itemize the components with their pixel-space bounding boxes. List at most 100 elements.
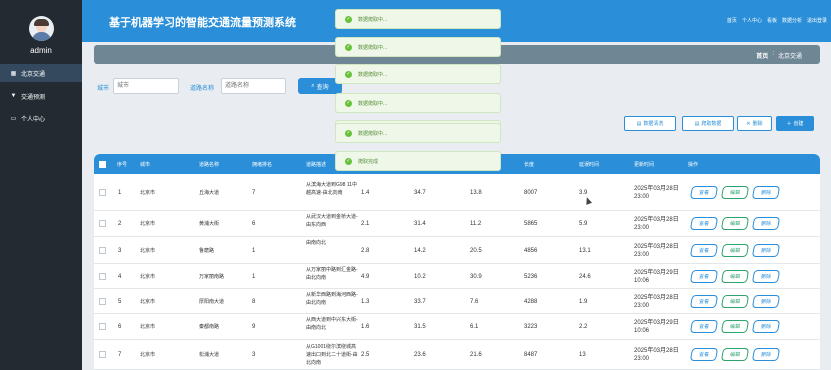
search-icon: ⌕ (311, 82, 315, 89)
view-label: 查看 (698, 274, 710, 280)
edit-label: 编辑 (729, 274, 741, 280)
view-button[interactable]: 查看 (689, 348, 719, 361)
success-icon: ✓ (345, 15, 352, 23)
avatar[interactable] (29, 16, 54, 41)
edit-button[interactable]: 编辑 (720, 348, 750, 361)
table-row: 5 北京市 厚阳南大道 8 从新华西路到海河西路-由北向南 1.3 33.7 7.6 4288 1… (94, 289, 820, 314)
sidebar-item-traffic-prediction[interactable]: ▼ 交通预测 (0, 87, 82, 105)
cell-delay: 5.9 (579, 221, 588, 227)
cell-value-1: 4.9 (361, 274, 370, 280)
table-row: 1 北京市 丘海大道 7 从滨海大道到G98 11中越高速-由北向南 1.4 34.7 13.… (94, 174, 820, 211)
delete-button[interactable]: ✕ 删除 (737, 116, 772, 131)
breadcrumb-home[interactable]: 首页 (756, 51, 768, 60)
cell-rank: 8 (252, 299, 256, 305)
cell-updated: 2025年03月28日 23:00 (634, 186, 679, 200)
row-delete-button[interactable]: 删除 (751, 270, 781, 283)
cell-road: 鲁磨路 (199, 248, 215, 254)
search-button-label: 查询 (316, 84, 329, 91)
row-checkbox[interactable] (99, 323, 106, 330)
edit-button[interactable]: 编辑 (720, 217, 750, 230)
cell-value-3: 30.9 (470, 274, 482, 280)
col-desc: 道路描述 (306, 162, 327, 168)
delete-label: 删除 (752, 121, 763, 127)
cell-road: 丘海大道 (199, 190, 220, 196)
cell-value-1: 1.4 (361, 190, 370, 196)
data-clean-button[interactable]: ▤ 数据清洗 (624, 116, 676, 131)
edit-label: 编辑 (729, 324, 741, 330)
table-row: 2 北京市 黄浦大街 6 从武汉大道到金桥大道-由东向西 2.1 31.4 11.2 5865 5… (94, 211, 820, 237)
cell-rank: 3 (252, 352, 256, 358)
row-delete-button[interactable]: 删除 (751, 295, 781, 308)
top-link-home[interactable]: 首页 (727, 17, 737, 24)
success-icon: ✓ (345, 99, 352, 107)
cell-length: 8007 (524, 190, 538, 196)
create-button[interactable]: ＋ 创建 (776, 116, 814, 131)
edit-label: 编辑 (729, 299, 741, 305)
view-button[interactable]: 查看 (689, 295, 719, 308)
row-checkbox[interactable] (99, 351, 106, 358)
sidebar-item-beijing-traffic[interactable]: ▦ 北京交通 (0, 64, 82, 82)
row-delete-label: 删除 (760, 324, 772, 330)
top-link-logout[interactable]: 退出登录 (807, 17, 827, 24)
toast-message: ✓ 数据爬取中... (335, 93, 501, 113)
row-delete-label: 删除 (760, 274, 772, 280)
cell-length: 8487 (524, 352, 538, 358)
top-link-analysis[interactable]: 数据分析 (782, 17, 802, 24)
cell-no: 5 (118, 299, 122, 305)
cell-no: 3 (118, 248, 122, 254)
toast-text: 数据爬取中... (358, 130, 388, 137)
success-icon: ✓ (345, 157, 352, 165)
view-button[interactable]: 查看 (689, 320, 719, 333)
grid-icon: ▦ (10, 70, 17, 77)
row-delete-button[interactable]: 删除 (751, 217, 781, 230)
col-city: 城市 (140, 162, 151, 168)
cell-updated: 2025年03月28日 23:00 (634, 217, 679, 231)
sidebar-item-label: 交通预测 (21, 94, 46, 101)
road-label: 道路名称 (190, 86, 215, 92)
road-input[interactable] (221, 78, 286, 94)
row-delete-button[interactable]: 删除 (751, 348, 781, 361)
success-icon: ✓ (345, 43, 352, 51)
toast-message: ✓ 数据爬取中... (335, 123, 501, 143)
view-button[interactable]: 查看 (689, 186, 719, 199)
sidebar-item-personal-center[interactable]: ▭ 个人中心 (0, 109, 82, 127)
toast-message: ✓ 爬取完成 (335, 151, 501, 171)
top-links: 首页 个人中心 看板 数据分析 退出登录 (727, 17, 827, 24)
cell-delay: 2.2 (579, 324, 588, 330)
view-button[interactable]: 查看 (689, 217, 719, 230)
cell-value-3: 7.6 (470, 299, 479, 305)
row-checkbox[interactable] (99, 273, 106, 280)
cell-desc: 从滨海大道到G98 11中越高速-由北向南 (306, 182, 358, 196)
cell-city: 北京市 (140, 190, 156, 196)
row-delete-button[interactable]: 删除 (751, 186, 781, 199)
col-no: 序号 (117, 162, 128, 168)
select-all-checkbox[interactable] (99, 161, 106, 168)
row-checkbox[interactable] (99, 220, 106, 227)
row-delete-button[interactable]: 删除 (751, 320, 781, 333)
edit-button[interactable]: 编辑 (720, 270, 750, 283)
view-button[interactable]: 查看 (689, 270, 719, 283)
cell-length: 4288 (524, 299, 538, 305)
edit-button[interactable]: 编辑 (720, 320, 750, 333)
app-title: 基于机器学习的智能交通流量预测系统 (109, 17, 296, 29)
edit-button[interactable]: 编辑 (720, 244, 750, 257)
edit-button[interactable]: 编辑 (720, 295, 750, 308)
cell-value-1: 2.5 (361, 352, 370, 358)
row-checkbox[interactable] (99, 298, 106, 305)
city-input[interactable] (113, 78, 179, 94)
view-button[interactable]: 查看 (689, 244, 719, 257)
col-rank: 拥堵排名 (252, 162, 273, 168)
cell-value-2: 23.6 (414, 352, 426, 358)
row-delete-button[interactable]: 删除 (751, 244, 781, 257)
edit-button[interactable]: 编辑 (720, 186, 750, 199)
cell-length: 5236 (524, 274, 538, 280)
cell-value-1: 1.3 (361, 299, 370, 305)
crawl-data-button[interactable]: ▤ 爬取数据 (682, 116, 734, 131)
cell-no: 6 (118, 324, 122, 330)
plus-icon: ＋ (786, 121, 792, 127)
top-link-profile[interactable]: 个人中心 (742, 17, 762, 24)
top-link-board[interactable]: 看板 (767, 17, 777, 24)
row-checkbox[interactable] (99, 247, 106, 254)
cell-length: 4856 (524, 248, 538, 254)
row-checkbox[interactable] (99, 189, 106, 196)
